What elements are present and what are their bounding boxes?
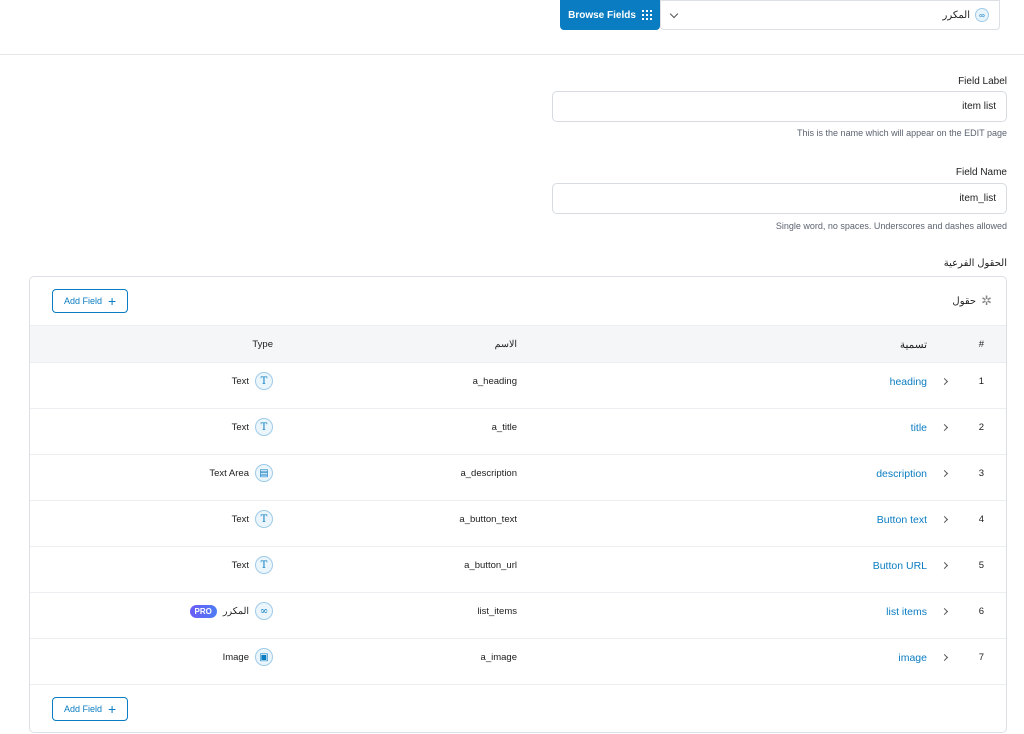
row-num: 7 — [978, 652, 984, 663]
row-num: 1 — [978, 376, 984, 387]
row-label[interactable]: Button URL — [873, 560, 927, 572]
row-num: 2 — [978, 422, 984, 433]
header-name: الاسم — [494, 339, 517, 350]
row-label[interactable]: image — [898, 652, 927, 664]
row-label[interactable]: Button text — [877, 514, 927, 526]
browse-label: Browse Fields — [568, 9, 636, 21]
chevron-right-icon[interactable] — [940, 469, 949, 478]
top-bar: Browse Fields ∞ المكرر — [0, 0, 1024, 55]
row-type: المكرر — [222, 605, 249, 617]
chevron-right-icon[interactable] — [940, 607, 949, 616]
table-row[interactable]: 6 list items list_items PRO المكرر ∞ — [30, 593, 1006, 639]
row-num: 3 — [978, 468, 984, 479]
row-type: Text — [231, 559, 249, 571]
pro-badge: PRO — [189, 604, 217, 618]
field-type-icon: T — [255, 556, 273, 574]
field-type-icon: T — [255, 510, 273, 528]
row-type: Text — [231, 513, 249, 525]
row-name: a_heading — [472, 376, 517, 387]
field-type-icon: T — [255, 372, 273, 390]
chevron-down-icon — [669, 9, 679, 18]
table-row[interactable]: 2 title a_title Text T — [30, 409, 1006, 455]
subfields-title: حقول — [952, 295, 977, 307]
plus-icon: + — [108, 701, 117, 717]
chevron-right-icon[interactable] — [940, 561, 949, 570]
browse-fields-button[interactable]: Browse Fields — [560, 0, 660, 30]
field-type-icon: ▤ — [255, 464, 273, 482]
chevron-right-icon[interactable] — [940, 515, 949, 524]
field-type-value: المكرر — [942, 9, 970, 21]
subfields-heading: الحقول الفرعية — [943, 258, 1007, 269]
field-type-select[interactable]: ∞ المكرر — [660, 0, 1000, 30]
header-type: Type — [252, 339, 273, 350]
field-label-heading: Field Label — [958, 76, 1007, 87]
row-name: a_button_url — [464, 560, 517, 571]
grid-icon — [641, 10, 652, 20]
row-num: 6 — [978, 606, 984, 617]
table-row[interactable]: 4 Button text a_button_text Text T — [30, 501, 1006, 547]
chevron-right-icon[interactable] — [940, 377, 949, 386]
field-type-icon: ▣ — [255, 648, 273, 666]
field-name-input[interactable]: item_list — [552, 183, 1007, 214]
chevron-right-icon[interactable] — [940, 653, 949, 662]
field-label-input[interactable]: item list — [552, 91, 1007, 122]
row-name: a_title — [491, 422, 517, 433]
puzzle-icon: ✲ — [981, 293, 992, 308]
row-name: a_description — [460, 468, 517, 479]
add-field-button-top[interactable]: Add Field + — [52, 289, 129, 313]
row-label[interactable]: list items — [886, 606, 927, 618]
table-row[interactable]: 7 image a_image Image ▣ — [30, 639, 1006, 685]
row-label[interactable]: title — [911, 422, 927, 434]
field-type-icon: ∞ — [255, 602, 273, 620]
field-type-icon: T — [255, 418, 273, 436]
row-num: 4 — [978, 514, 984, 525]
row-type: Text Area — [209, 467, 249, 479]
subfields-box: Add Field + حقول ✲ # تسمية الاسم Type 1 he… — [29, 276, 1007, 733]
row-name: a_button_text — [459, 514, 517, 525]
repeater-icon: ∞ — [975, 8, 989, 22]
row-name: a_image — [480, 652, 517, 663]
table-row[interactable]: 1 heading a_heading Text T — [30, 363, 1006, 409]
add-field-button-bottom[interactable]: Add Field + — [52, 697, 129, 721]
field-name-heading: Field Name — [955, 167, 1007, 178]
row-type: Image — [222, 651, 249, 663]
row-type: Text — [231, 421, 249, 433]
table-header: # تسمية الاسم Type — [30, 325, 1006, 363]
table-row[interactable]: 3 description a_description Text Area ▤ — [30, 455, 1006, 501]
header-num: # — [978, 339, 984, 350]
row-num: 5 — [978, 560, 984, 571]
field-name-help: Single word, no spaces. Underscores and … — [775, 221, 1007, 231]
row-type: Text — [231, 375, 249, 387]
add-field-label: Add Field — [64, 704, 103, 714]
field-label-help: This is the name which will appear on th… — [797, 128, 1007, 138]
header-label: تسمية — [899, 339, 927, 351]
table-row[interactable]: 5 Button URL a_button_url Text T — [30, 547, 1006, 593]
row-label[interactable]: description — [876, 468, 927, 480]
chevron-right-icon[interactable] — [940, 423, 949, 432]
row-label[interactable]: heading — [890, 376, 927, 388]
row-name: list_items — [477, 606, 517, 617]
plus-icon: + — [108, 293, 117, 309]
add-field-label: Add Field — [64, 296, 103, 306]
